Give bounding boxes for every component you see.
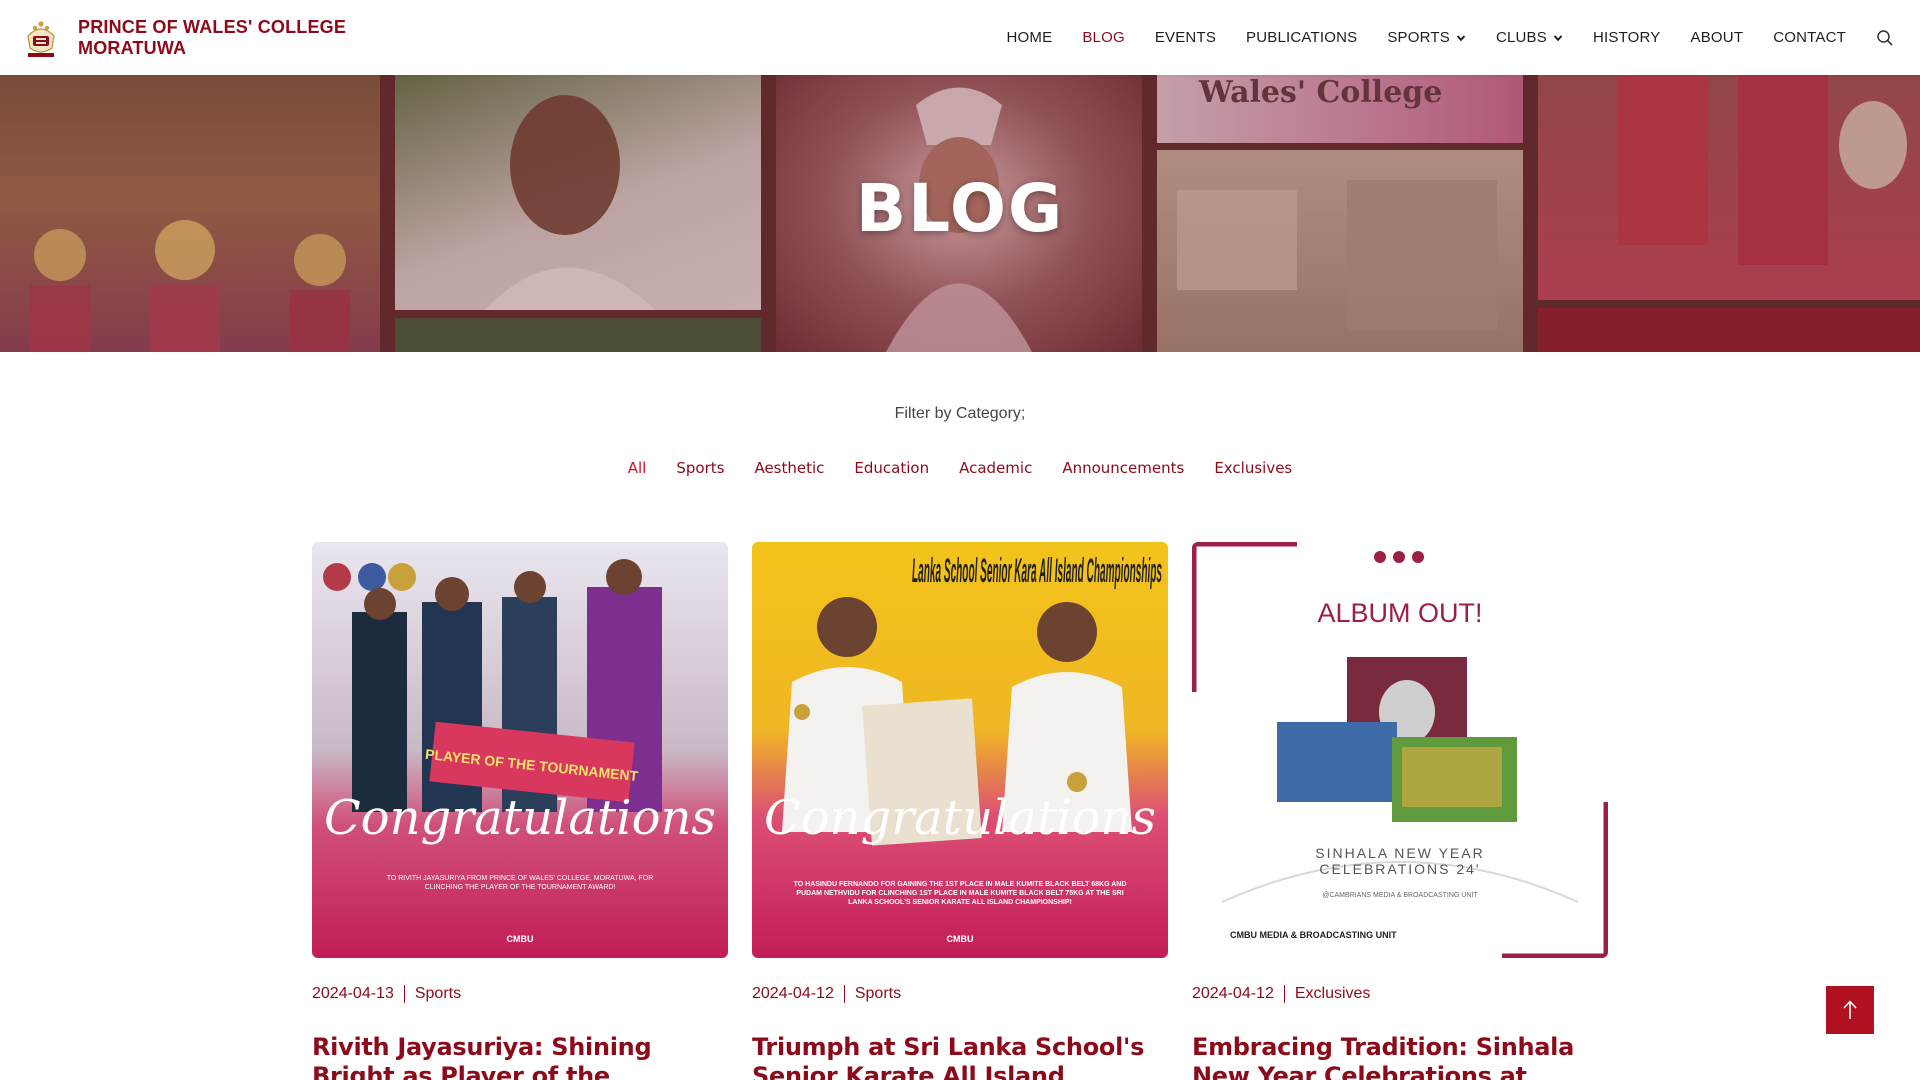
nav-history[interactable]: HISTORY: [1593, 29, 1661, 46]
filter-label: Filter by Category;: [894, 405, 1026, 422]
image-footer: CMBU: [947, 934, 974, 944]
post-title[interactable]: Embracing Tradition: Sinhala New Year Ce…: [1192, 1033, 1608, 1080]
nav-blog[interactable]: BLOG: [1082, 29, 1124, 46]
site-header: PRINCE OF WALES' COLLEGE MORATUWA HOME B…: [0, 0, 1920, 75]
image-footer: CMBU MEDIA & BROADCASTING UNIT: [1230, 930, 1397, 940]
post-thumbnail[interactable]: PLAYER OF THE TOURNAMENT Congratulations…: [312, 542, 728, 958]
back-to-top-button[interactable]: [1826, 986, 1874, 1034]
college-crest-logo: [27, 20, 55, 57]
post-date: 2024-04-13: [312, 985, 394, 1002]
filter-academic[interactable]: Academic: [959, 459, 1032, 477]
page-title: BLOG: [855, 170, 1065, 247]
filter-sports[interactable]: Sports: [676, 459, 724, 477]
brand[interactable]: PRINCE OF WALES' COLLEGE MORATUWA: [22, 0, 346, 75]
facebook-icon: [1393, 551, 1405, 563]
image-headline: Congratulations: [764, 790, 1156, 846]
image-caption: TO HASINDU FERNANDO FOR GAINING THE 1ST …: [793, 881, 1127, 906]
post-meta: 2024-04-12 Sports: [752, 985, 1168, 1003]
instagram-icon: [1412, 551, 1424, 563]
meta-separator: [1283, 985, 1285, 1003]
nav-clubs-label: CLUBS: [1495, 29, 1547, 46]
post-meta: 2024-04-13 Sports: [312, 985, 728, 1003]
image-headline: Congratulations: [324, 790, 716, 846]
post-category[interactable]: Exclusives: [1295, 985, 1371, 1003]
chevron-down-icon: [1553, 34, 1563, 41]
hero-banner: Wales' College BLOG: [0, 75, 1920, 352]
image-banner: Lanka School Senior Kara All Island Cham…: [912, 552, 1162, 590]
post-thumbnail[interactable]: ALBUM OUT! SINHALA NEW YEAR CELEBRATIONS…: [1192, 542, 1608, 958]
blog-card: Lanka School Senior Kara All Island Cham…: [752, 542, 1168, 1080]
image-caption-title: SINHALA NEW YEAR CELEBRATIONS 24': [1315, 845, 1485, 877]
meta-separator: [403, 985, 405, 1003]
post-category[interactable]: Sports: [855, 985, 901, 1003]
nav-sports-label: SPORTS: [1387, 29, 1450, 46]
blog-post-grid: PLAYER OF THE TOURNAMENT Congratulations…: [312, 542, 1608, 1080]
nav-publications[interactable]: PUBLICATIONS: [1246, 29, 1357, 46]
search-icon[interactable]: [1876, 29, 1894, 47]
nav-sports[interactable]: SPORTS: [1387, 29, 1466, 46]
nav-events[interactable]: EVENTS: [1155, 29, 1216, 46]
image-caption: TO RIVITH JAYASURIYA FROM PRINCE OF WALE…: [386, 875, 654, 891]
post-title[interactable]: Triumph at Sri Lanka School's Senior Kar…: [752, 1033, 1168, 1080]
filter-all[interactable]: All: [628, 459, 647, 477]
post-thumbnail[interactable]: Lanka School Senior Kara All Island Cham…: [752, 542, 1168, 958]
brand-line-2: MORATUWA: [78, 37, 187, 58]
post-category[interactable]: Sports: [415, 985, 461, 1003]
main-nav: HOME BLOG EVENTS PUBLICATIONS SPORTS CLU…: [977, 0, 1894, 75]
filter-education[interactable]: Education: [854, 459, 929, 477]
post-date: 2024-04-12: [1192, 985, 1274, 1002]
filter-exclusives[interactable]: Exclusives: [1214, 459, 1292, 477]
brand-name: PRINCE OF WALES' COLLEGE MORATUWA: [78, 17, 346, 59]
blog-card: PLAYER OF THE TOURNAMENT Congratulations…: [312, 542, 728, 1080]
post-meta: 2024-04-12 Exclusives: [1192, 985, 1608, 1003]
image-headline: ALBUM OUT!: [1317, 598, 1482, 628]
post-title[interactable]: Rivith Jayasuriya: Shining Bright as Pla…: [312, 1033, 728, 1080]
arrow-up-icon: [1843, 1000, 1857, 1019]
image-footer: CMBU: [507, 934, 534, 944]
nav-home[interactable]: HOME: [1007, 29, 1053, 46]
brand-line-1: PRINCE OF WALES' COLLEGE: [78, 16, 347, 37]
youtube-icon: [1374, 551, 1386, 563]
filter-announcements[interactable]: Announcements: [1062, 459, 1184, 477]
nav-about[interactable]: ABOUT: [1691, 29, 1744, 46]
image-caption: @CAMBRIANS MEDIA & BROADCASTING UNIT: [1322, 892, 1478, 899]
filter-aesthetic[interactable]: Aesthetic: [754, 459, 824, 477]
blog-card: ALBUM OUT! SINHALA NEW YEAR CELEBRATIONS…: [1192, 542, 1608, 1080]
post-date: 2024-04-12: [752, 985, 834, 1002]
chevron-down-icon: [1456, 34, 1466, 41]
nav-contact[interactable]: CONTACT: [1773, 29, 1846, 46]
meta-separator: [843, 985, 845, 1003]
category-filter: All Sports Aesthetic Education Academic …: [0, 459, 1920, 477]
nav-clubs[interactable]: CLUBS: [1496, 29, 1563, 46]
